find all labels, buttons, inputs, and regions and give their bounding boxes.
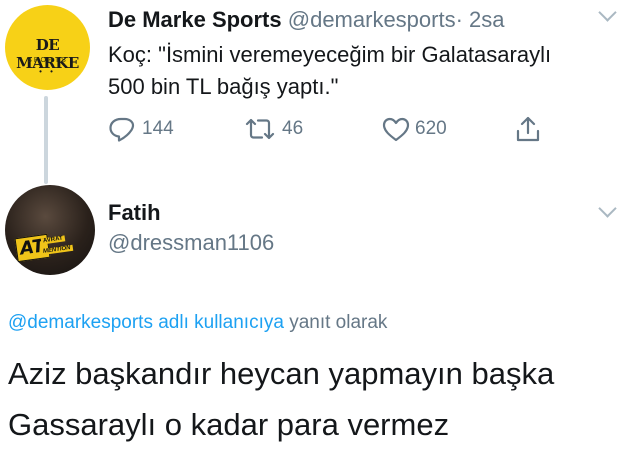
reply-icon [108, 116, 138, 142]
original-tweet-text: Koç: "İsmini veremeyeceğim bir Galatasar… [108, 42, 552, 99]
thread-connector-line [44, 96, 48, 184]
chevron-down-icon[interactable] [598, 199, 617, 218]
avatar-logo-dots: • • [39, 67, 56, 76]
reply-context: @demarkesports adlı kullanıcıya yanıt ol… [8, 312, 387, 334]
retweet-button[interactable]: 46 [242, 115, 303, 143]
share-button[interactable] [514, 115, 542, 143]
reply-context-text: yanıt olarak [289, 312, 388, 333]
fatih-avatar[interactable]: AT AVRAT MENTION [5, 185, 95, 275]
author-handle[interactable]: @demarkesports [288, 7, 456, 32]
reply-author-name[interactable]: Fatih [108, 200, 161, 226]
heart-icon [381, 116, 411, 142]
avatar-logo-subtext: SPORTS [27, 57, 68, 64]
retweet-icon [242, 116, 278, 142]
reply-button[interactable]: 144 [108, 115, 174, 143]
reply-mention-link[interactable]: @demarkesports adlı kullanıcıya [8, 312, 284, 333]
reply-author-handle[interactable]: @dressman1106 [108, 230, 274, 256]
de-marke-sports-avatar[interactable]: DE MARKE SPORTS • • [5, 5, 90, 90]
chevron-down-icon[interactable] [598, 3, 617, 22]
share-icon [514, 115, 542, 143]
like-count: 620 [415, 118, 447, 139]
original-tweet-header: De Marke Sports @demarkesports· 2sa [108, 7, 505, 33]
like-button[interactable]: 620 [381, 115, 447, 143]
tweet-time[interactable]: 2sa [469, 7, 504, 32]
retweet-count: 46 [282, 118, 304, 139]
reply-count: 144 [142, 118, 174, 139]
reply-tweet-text: Aziz başkandır heycan yapmayın başka Gas… [8, 356, 555, 442]
author-name[interactable]: De Marke Sports [108, 7, 282, 32]
time-separator: · [455, 7, 463, 32]
